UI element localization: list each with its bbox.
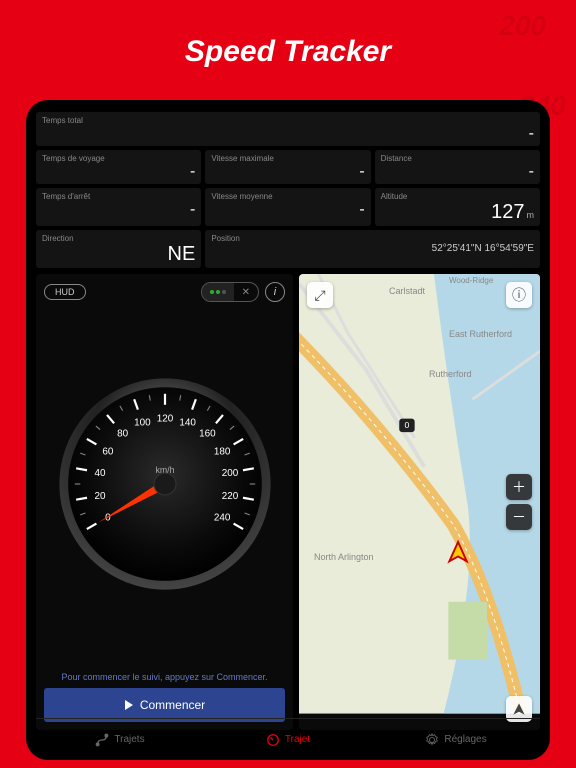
stat-max-speed: Vitesse maximale - [205,150,370,184]
tab-trip[interactable]: Trajet [204,719,372,760]
gear-icon [425,733,439,747]
svg-text:100: 100 [134,417,151,428]
speedometer-panel: HUD ✕ i [36,274,293,730]
svg-text:40: 40 [94,468,106,479]
tab-trips[interactable]: Trajets [36,719,204,760]
stat-altitude: Altitude 127m [375,188,540,226]
tab-bar: Trajets Trajet Réglages [36,718,540,760]
svg-text:60: 60 [102,446,114,457]
map-label: North Arlington [314,552,374,562]
map-panel[interactable]: 0 Carlstadt East Rutherford Rutherford N… [299,274,540,730]
zoom-out-button[interactable]: － [506,504,532,530]
device-frame: Temps total - Temps de voyage - Vitesse … [26,100,550,760]
page-title: Speed Tracker [0,0,576,89]
svg-text:80: 80 [117,429,129,440]
gauge-icon [266,733,280,747]
start-hint: Pour commencer le suivi, appuyez sur Com… [44,666,285,688]
svg-text:200: 200 [221,468,238,479]
svg-text:180: 180 [213,446,230,457]
map-label: Wood-Ridge [449,276,493,285]
zoom-in-button[interactable]: ＋ [506,474,532,500]
play-icon [124,700,134,710]
stat-direction: Direction NE [36,230,201,268]
tab-settings[interactable]: Réglages [372,719,540,760]
hud-button[interactable]: HUD [44,284,86,300]
gps-signal-toggle[interactable]: ✕ [201,282,259,302]
map-label: Carlstadt [389,286,425,296]
stat-avg-speed: Vitesse moyenne - [205,188,370,226]
svg-text:120: 120 [156,413,173,424]
stat-distance: Distance - [375,150,540,184]
info-button[interactable]: i [265,282,285,302]
svg-text:0: 0 [405,420,410,430]
stat-stop-time: Temps d'arrêt - [36,188,201,226]
stat-total-time: Temps total - [36,112,540,146]
svg-text:240: 240 [213,512,230,523]
start-button[interactable]: Commencer [44,688,285,722]
svg-text:140: 140 [179,417,196,428]
speedometer-gauge: 020406080100120140160180200220240 km/h [44,302,285,666]
fullscreen-button[interactable]: ⤢ [307,282,333,308]
svg-text:160: 160 [199,429,216,440]
svg-text:220: 220 [221,491,238,502]
stat-travel-time: Temps de voyage - [36,150,201,184]
map-info-button[interactable]: ⓘ [506,282,532,308]
location-arrow-icon [512,702,526,716]
route-icon [95,733,109,747]
map-label: Rutherford [429,369,472,379]
svg-text:20: 20 [94,491,106,502]
stat-position: Position 52°25'41"N 16°54'59"E [205,230,540,268]
map-label: East Rutherford [449,329,512,339]
